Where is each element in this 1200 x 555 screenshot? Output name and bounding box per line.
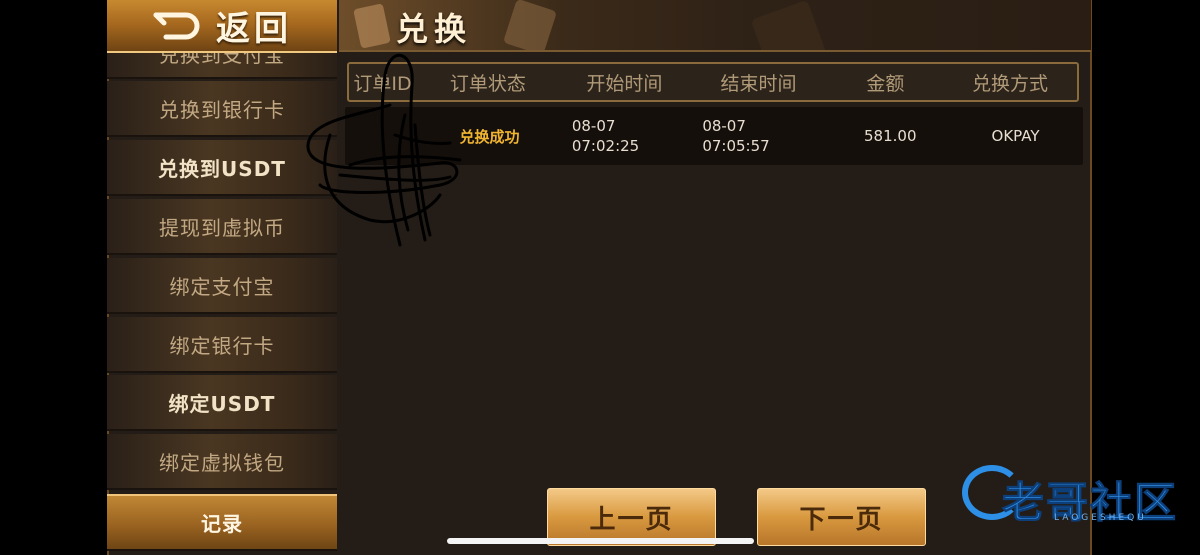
start-time-cell: 08-07 07:02:25 <box>562 116 692 156</box>
table-row[interactable]: 兑换成功 08-07 07:02:25 08-07 07:05:57 581.0… <box>345 107 1083 165</box>
start-time: 07:02:25 <box>571 137 640 155</box>
sidebar-item-label: 绑定USDT <box>168 391 276 416</box>
column-header-start-time: 开始时间 <box>586 72 663 95</box>
back-arrow-icon <box>152 11 204 41</box>
card-decoration <box>353 3 391 49</box>
sidebar-item-label: 绑定支付宝 <box>169 274 275 299</box>
sidebar-item-bind-alipay[interactable]: 绑定支付宝 <box>107 258 337 314</box>
home-indicator[interactable] <box>447 538 754 544</box>
sidebar-item-bank-exchange[interactable]: 兑换到银行卡 <box>107 81 337 137</box>
sidebar-item-alipay-exchange[interactable]: 兑换到支付宝 <box>107 53 337 79</box>
start-date: 08-07 <box>571 117 616 135</box>
watermark-logo: 老哥社区 LAOGESHEQU <box>962 457 1192 528</box>
method-cell: OKPAY <box>991 127 1040 145</box>
end-time: 07:05:57 <box>702 137 770 155</box>
column-header-end-time: 结束时间 <box>720 72 797 95</box>
page-header: 兑换 <box>339 0 1091 52</box>
column-header-amount: 金额 <box>866 72 905 95</box>
back-label: 返回 <box>216 9 292 49</box>
watermark-subtext: LAOGESHEQU <box>1054 513 1147 523</box>
sidebar-item-bind-bank[interactable]: 绑定银行卡 <box>107 317 337 373</box>
end-date: 08-07 <box>702 117 746 135</box>
column-header-order-id: 订单ID <box>353 72 412 95</box>
sidebar-item-crypto-withdraw[interactable]: 提现到虚拟币 <box>107 199 337 255</box>
card-decoration <box>502 0 558 50</box>
sidebar-item-bind-wallet[interactable]: 绑定虚拟钱包 <box>107 434 337 490</box>
next-page-button[interactable]: 下一页 <box>757 488 926 546</box>
sidebar-item-label: 兑换到USDT <box>158 156 286 181</box>
sidebar-item-usdt-exchange[interactable]: 兑换到USDT <box>107 140 337 196</box>
sidebar-item-label: 兑换到银行卡 <box>159 97 285 122</box>
amount-cell: 581.00 <box>864 127 917 145</box>
status-cell: 兑换成功 <box>459 127 520 146</box>
sidebar-item-label: 兑换到支付宝 <box>159 53 285 67</box>
card-decoration <box>750 0 828 50</box>
sidebar-item-bind-usdt[interactable]: 绑定USDT <box>107 375 337 431</box>
column-header-status: 订单状态 <box>449 72 526 95</box>
page-title: 兑换 <box>396 10 473 48</box>
sidebar-item-label: 记录 <box>201 512 243 536</box>
sidebar-item-label: 提现到虚拟币 <box>159 215 285 240</box>
sidebar-item-label: 绑定虚拟钱包 <box>159 450 285 475</box>
column-header-method: 兑换方式 <box>971 72 1048 95</box>
sidebar: 兑换到支付宝 兑换到银行卡 兑换到USDT 提现到虚拟币 绑定支付宝 绑定银行卡… <box>107 53 339 555</box>
sidebar-item-label: 绑定银行卡 <box>169 333 275 358</box>
back-button[interactable]: 返回 <box>107 0 337 53</box>
end-time-cell: 08-07 07:05:57 <box>692 116 832 156</box>
table-header: 订单ID 订单状态 开始时间 结束时间 金额 兑换方式 <box>347 62 1079 102</box>
sidebar-item-records[interactable]: 记录 <box>107 494 337 551</box>
